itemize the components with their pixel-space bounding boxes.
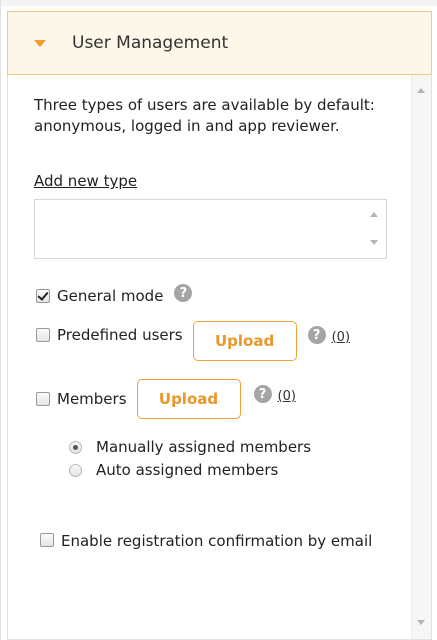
user-management-panel: User Management Three types of users are…: [0, 0, 437, 640]
help-icon[interactable]: ?: [174, 284, 193, 302]
section-content: Three types of users are available by de…: [7, 75, 432, 640]
description-text: Three types of users are available by de…: [34, 96, 375, 135]
members-upload-button[interactable]: Upload: [136, 379, 241, 419]
help-icon[interactable]: ?: [307, 326, 326, 344]
section-header[interactable]: User Management: [7, 11, 432, 75]
caret-down-icon[interactable]: [34, 39, 46, 47]
auto-members-radio[interactable]: [69, 463, 82, 477]
list-scroll-up-icon[interactable]: [370, 212, 378, 217]
predefined-users-label: Predefined users: [57, 326, 183, 344]
user-types-list[interactable]: [34, 199, 387, 259]
members-checkbox[interactable]: [36, 392, 50, 406]
general-mode-checkbox[interactable]: [36, 289, 50, 303]
manual-members-radio[interactable]: [69, 440, 82, 454]
members-label: Members: [57, 390, 127, 408]
predefined-users-count-link[interactable]: (0): [332, 330, 350, 345]
manual-members-label: Manually assigned members: [96, 438, 312, 456]
registration-confirmation-checkbox[interactable]: [40, 533, 54, 547]
general-mode-row: General mode ?: [36, 284, 193, 305]
auto-members-label: Auto assigned members: [96, 461, 279, 479]
predefined-users-upload-button[interactable]: Upload: [192, 321, 297, 361]
scroll-down-icon[interactable]: [417, 620, 425, 625]
scrollbar[interactable]: [411, 75, 431, 639]
scroll-up-icon[interactable]: [417, 88, 425, 93]
section-title: User Management: [72, 33, 229, 53]
registration-confirmation-row: Enable registration confirmation by emai…: [34, 530, 374, 552]
predefined-users-checkbox[interactable]: [36, 328, 50, 342]
members-row: Members Upload ? (0): [36, 379, 296, 419]
auto-members-row: Auto assigned members: [69, 461, 278, 479]
top-strip: [1, 0, 437, 6]
registration-confirmation-label: Enable registration confirmation by emai…: [61, 532, 373, 550]
predefined-users-row: Predefined users Upload ? (0): [36, 309, 350, 361]
list-scroll-down-icon[interactable]: [370, 240, 378, 245]
manual-members-row: Manually assigned members: [69, 438, 311, 456]
help-icon[interactable]: ?: [253, 385, 272, 403]
add-new-type-link[interactable]: Add new type: [34, 172, 137, 190]
general-mode-label: General mode: [57, 287, 164, 305]
members-count-link[interactable]: (0): [278, 389, 296, 404]
